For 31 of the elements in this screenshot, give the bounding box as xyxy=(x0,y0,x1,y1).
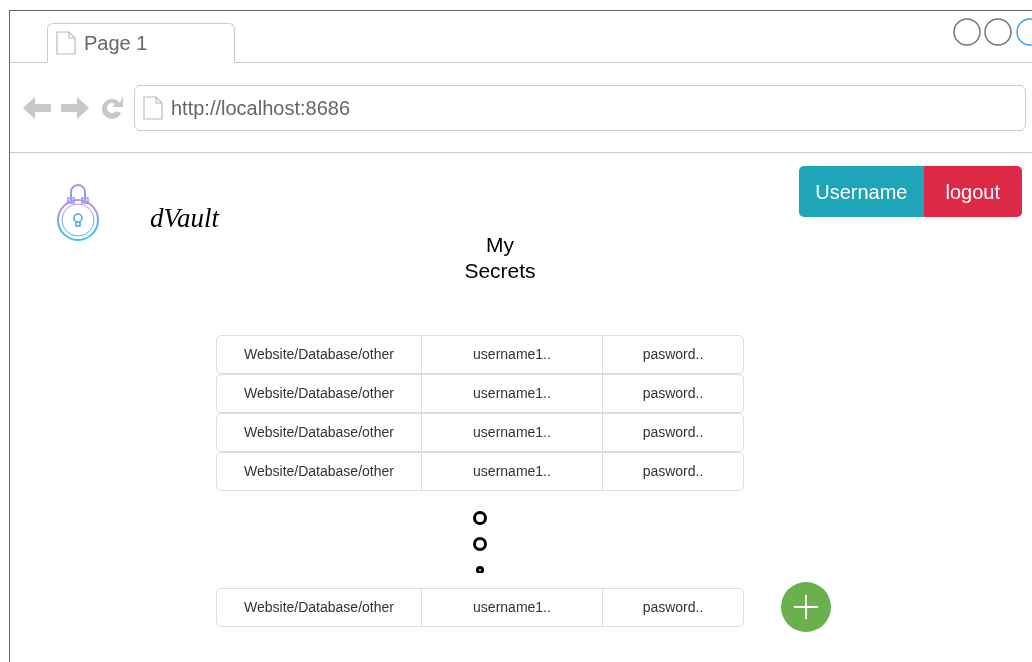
page-title: My Secrets xyxy=(463,232,537,284)
table-cell: Website/Database/other xyxy=(217,453,422,490)
app-name: dVault xyxy=(150,201,219,235)
forward-arrow-icon[interactable] xyxy=(60,94,90,121)
logout-button[interactable]: logout xyxy=(923,166,1022,217)
address-bar[interactable]: http://localhost:8686 xyxy=(134,84,1026,131)
table-cell: username1.. xyxy=(422,453,603,490)
page-icon xyxy=(56,31,76,55)
table-cell: Website/Database/other xyxy=(217,588,422,626)
maximize-icon[interactable] xyxy=(982,18,1014,46)
close-icon[interactable] xyxy=(1014,18,1032,46)
add-button[interactable] xyxy=(781,582,831,632)
more-rows-icon xyxy=(472,511,488,573)
table-cell: Website/Database/other xyxy=(217,414,422,451)
table-cell-text: pasword.. xyxy=(641,462,705,481)
table-cell: Website/Database/other xyxy=(217,336,422,373)
table-cell: username1.. xyxy=(422,375,603,412)
table-cell-text: pasword.. xyxy=(641,597,705,617)
table-cell: username1.. xyxy=(422,414,603,451)
minimize-icon[interactable] xyxy=(952,18,982,46)
table-cell: Website/Database/other xyxy=(217,375,422,412)
table-cell-text: pasword.. xyxy=(641,384,705,403)
table-cell-text: pasword.. xyxy=(641,345,705,364)
plus-icon xyxy=(792,593,820,621)
page-icon xyxy=(143,95,163,120)
table-cell-text: pasword.. xyxy=(641,423,705,442)
username-button[interactable]: Username xyxy=(799,166,924,217)
table-cell: username1.. xyxy=(422,336,603,373)
table-cell: username1.. xyxy=(422,588,603,626)
back-arrow-icon[interactable] xyxy=(22,94,52,121)
browser-tab[interactable]: Page 1 xyxy=(47,23,235,63)
